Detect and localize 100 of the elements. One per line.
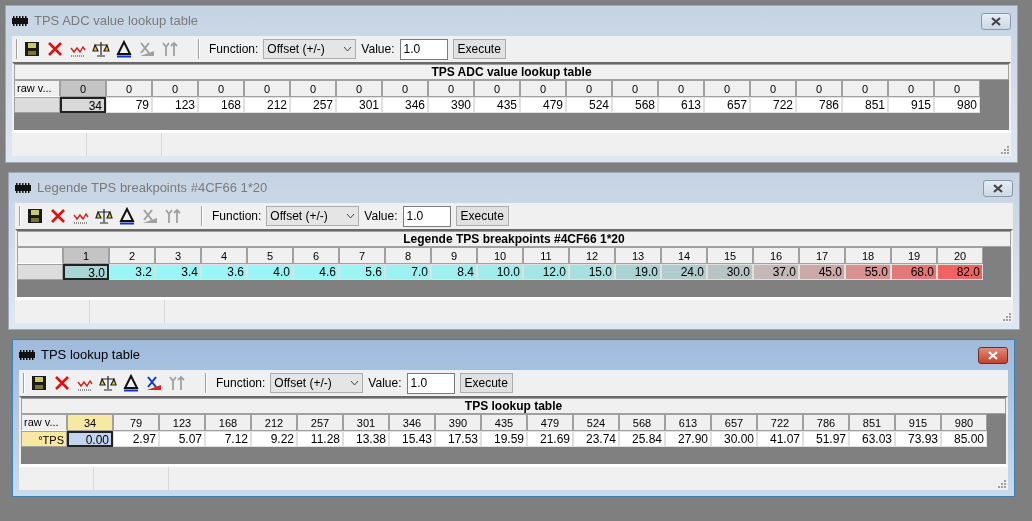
table-cell[interactable]: 82.0	[937, 264, 983, 280]
column-header[interactable]: 9	[431, 247, 477, 264]
save-icon[interactable]	[23, 40, 41, 58]
close-button[interactable]	[981, 12, 1011, 30]
delta-icon[interactable]	[118, 207, 136, 225]
column-header[interactable]: 15	[707, 247, 753, 264]
column-header[interactable]: 0	[520, 80, 566, 97]
table-cell[interactable]: 851	[842, 97, 888, 113]
table-cell[interactable]: 915	[888, 97, 934, 113]
column-header[interactable]: 212	[251, 414, 297, 431]
table-cell[interactable]: 45.0	[799, 264, 845, 280]
table-cell[interactable]: 79	[106, 97, 152, 113]
save-icon[interactable]	[26, 207, 44, 225]
column-header[interactable]: 390	[435, 414, 481, 431]
column-header[interactable]: 13	[615, 247, 661, 264]
table-cell[interactable]: 21.69	[527, 431, 573, 447]
column-header[interactable]: 435	[481, 414, 527, 431]
column-header[interactable]: 0	[612, 80, 658, 97]
column-header[interactable]: 0	[198, 80, 244, 97]
table-cell[interactable]: 123	[152, 97, 198, 113]
table-cell[interactable]: 613	[658, 97, 704, 113]
x-axis-icon[interactable]	[145, 374, 163, 392]
column-header[interactable]: 16	[753, 247, 799, 264]
table-cell[interactable]: 657	[704, 97, 750, 113]
column-header[interactable]: 301	[343, 414, 389, 431]
close-button[interactable]	[983, 179, 1013, 197]
column-header[interactable]: 10	[477, 247, 523, 264]
column-header[interactable]: 7	[339, 247, 385, 264]
column-header[interactable]: 1	[63, 247, 109, 264]
table-cell[interactable]: 19.59	[481, 431, 527, 447]
value-field[interactable]: 1.0	[399, 38, 448, 60]
column-header[interactable]: 0	[750, 80, 796, 97]
column-header[interactable]: 4	[201, 247, 247, 264]
column-header[interactable]: 0	[152, 80, 198, 97]
close-button[interactable]	[978, 346, 1008, 364]
execute-button[interactable]: Execute	[459, 373, 513, 393]
save-icon[interactable]	[30, 374, 48, 392]
column-header[interactable]: 0	[934, 80, 980, 97]
table-cell[interactable]: 17.53	[435, 431, 481, 447]
table-cell[interactable]: 479	[520, 97, 566, 113]
table-cell[interactable]: 13.38	[343, 431, 389, 447]
column-header[interactable]: 14	[661, 247, 707, 264]
table-cell[interactable]: 15.43	[389, 431, 435, 447]
table-cell[interactable]: 5.6	[339, 264, 385, 280]
column-header[interactable]: 0	[658, 80, 704, 97]
column-header[interactable]: 851	[849, 414, 895, 431]
table-cell[interactable]: 0.00	[67, 431, 113, 447]
table-cell[interactable]: 55.0	[845, 264, 891, 280]
column-header[interactable]: 19	[891, 247, 937, 264]
table-cell[interactable]: 85.00	[941, 431, 987, 447]
table-cell[interactable]: 212	[244, 97, 290, 113]
column-header[interactable]: 0	[474, 80, 520, 97]
column-header[interactable]: 980	[941, 414, 987, 431]
table-cell[interactable]: 24.0	[661, 264, 707, 280]
table-cell[interactable]: 51.97	[803, 431, 849, 447]
column-header[interactable]: 479	[527, 414, 573, 431]
scale-icon[interactable]	[95, 207, 113, 225]
table-cell[interactable]: 4.6	[293, 264, 339, 280]
execute-button[interactable]: Execute	[452, 39, 506, 59]
column-header[interactable]: 0	[796, 80, 842, 97]
column-header[interactable]: 257	[297, 414, 343, 431]
column-header[interactable]: 2	[109, 247, 155, 264]
column-header[interactable]: 79	[113, 414, 159, 431]
table-cell[interactable]: 168	[198, 97, 244, 113]
column-header[interactable]: 346	[389, 414, 435, 431]
column-header[interactable]: 786	[803, 414, 849, 431]
column-header[interactable]: 18	[845, 247, 891, 264]
column-header[interactable]: 8	[385, 247, 431, 264]
column-header[interactable]: 0	[704, 80, 750, 97]
column-header[interactable]: 613	[665, 414, 711, 431]
execute-button[interactable]: Execute	[455, 206, 509, 226]
column-header[interactable]: 123	[159, 414, 205, 431]
table-cell[interactable]: 10.0	[477, 264, 523, 280]
column-header[interactable]: 0	[888, 80, 934, 97]
delete-icon[interactable]	[49, 207, 67, 225]
table-cell[interactable]: 11.28	[297, 431, 343, 447]
delta-icon[interactable]	[115, 40, 133, 58]
table-cell[interactable]: 980	[934, 97, 980, 113]
column-header[interactable]: 3	[155, 247, 201, 264]
table-cell[interactable]: 5.07	[159, 431, 205, 447]
table-cell[interactable]: 37.0	[753, 264, 799, 280]
table-cell[interactable]: 722	[750, 97, 796, 113]
delete-icon[interactable]	[46, 40, 64, 58]
scale-icon[interactable]	[99, 374, 117, 392]
table-cell[interactable]: 23.74	[573, 431, 619, 447]
delete-icon[interactable]	[53, 374, 71, 392]
column-header[interactable]: 0	[60, 80, 106, 97]
column-header[interactable]: 34	[67, 414, 113, 431]
column-header[interactable]: 0	[428, 80, 474, 97]
column-header[interactable]: 5	[247, 247, 293, 264]
table-cell[interactable]: 68.0	[891, 264, 937, 280]
table-cell[interactable]: 568	[612, 97, 658, 113]
function-dropdown[interactable]: Offset (+/-)	[263, 39, 357, 59]
table-cell[interactable]: 30.0	[707, 264, 753, 280]
column-header[interactable]: 568	[619, 414, 665, 431]
column-header[interactable]: 657	[711, 414, 757, 431]
table-cell[interactable]: 346	[382, 97, 428, 113]
table-cell[interactable]: 2.97	[113, 431, 159, 447]
row-header[interactable]: °TPS	[21, 431, 67, 447]
table-cell[interactable]: 15.0	[569, 264, 615, 280]
